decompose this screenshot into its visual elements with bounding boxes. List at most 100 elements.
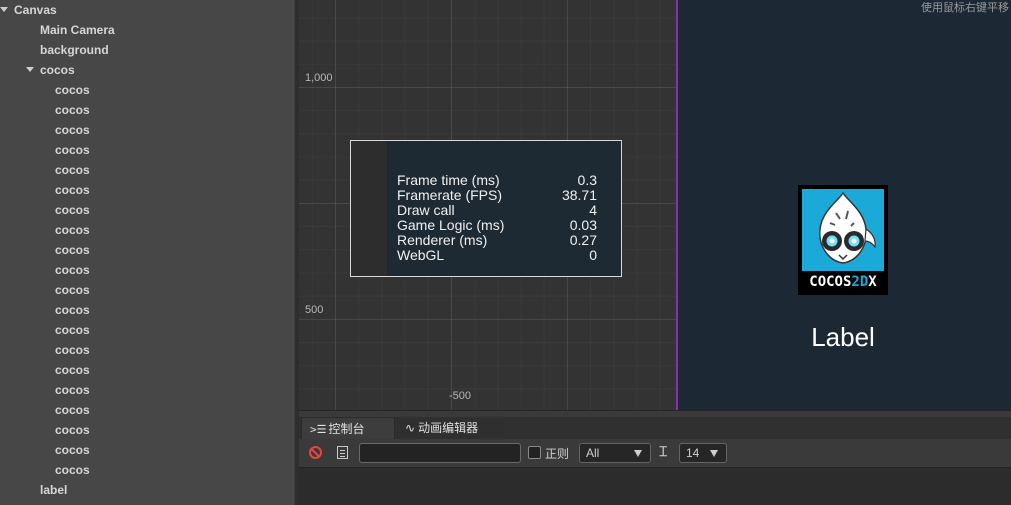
scene-view[interactable]: 1,000 500 -500 COCOS2DX Label 使用鼠标右键平移 F…	[299, 0, 1011, 410]
stat-row: Frame time (ms) 0.3	[397, 173, 597, 188]
hierarchy-panel: Canvas Main Camera background cocos cocos coc…	[0, 0, 294, 505]
hierarchy-node[interactable]: cocos	[0, 60, 294, 80]
hierarchy-node-label: cocos	[55, 363, 90, 377]
log-level-value: All	[586, 446, 600, 460]
animation-icon: ∿	[405, 421, 416, 435]
hierarchy-node-label: cocos	[55, 303, 90, 317]
hierarchy-node[interactable]: cocos	[0, 320, 294, 340]
hierarchy-node-label: cocos	[55, 403, 90, 417]
hierarchy-node[interactable]: label	[0, 480, 294, 500]
hierarchy-node-label: cocos	[55, 343, 90, 357]
stat-row: Renderer (ms) 0.27	[397, 233, 597, 248]
hierarchy-node-label: cocos	[55, 223, 90, 237]
stats-strip	[351, 141, 387, 276]
hierarchy-node[interactable]: cocos	[0, 140, 294, 160]
stat-value: 38.71	[561, 187, 597, 203]
log-level-select[interactable]: All	[579, 443, 651, 463]
font-size-icon: ⌶	[659, 444, 668, 460]
hierarchy-node-label: cocos	[55, 283, 90, 297]
profiler-stats-box: Frame time (ms) 0.3 Framerate (FPS) 38.71 Dr…	[350, 140, 622, 277]
open-log-file-icon[interactable]	[337, 446, 348, 459]
hierarchy-node-label: cocos	[55, 423, 90, 437]
stat-value: 0.27	[569, 232, 597, 248]
tab-animation-label: 动画编辑器	[418, 421, 479, 435]
stat-name: Game Logic (ms)	[397, 217, 505, 233]
stat-name: Renderer (ms)	[397, 232, 488, 248]
canvas-area[interactable]: COCOS2DX Label	[676, 0, 1011, 410]
hierarchy-node-label: cocos	[55, 203, 90, 217]
stat-value: 0.3	[577, 172, 597, 188]
hierarchy-node[interactable]: cocos	[0, 100, 294, 120]
hierarchy-node-label: cocos	[55, 103, 90, 117]
stats-table: Frame time (ms) 0.3 Framerate (FPS) 38.71 Dr…	[397, 173, 597, 263]
hierarchy-node[interactable]: cocos	[0, 80, 294, 100]
hierarchy-node[interactable]: Main Camera	[0, 20, 294, 40]
stat-name: Draw call	[397, 202, 455, 218]
axis-label-500: 500	[305, 304, 324, 316]
hierarchy-node[interactable]: cocos	[0, 440, 294, 460]
hierarchy-node[interactable]: cocos	[0, 260, 294, 280]
hierarchy-node-label: cocos	[55, 383, 90, 397]
hierarchy-node-label: background	[40, 43, 109, 57]
hierarchy-node[interactable]: cocos	[0, 180, 294, 200]
hierarchy-node[interactable]: cocos	[0, 280, 294, 300]
expand-arrow-icon[interactable]	[26, 67, 34, 73]
hierarchy-node-label: cocos	[55, 123, 90, 137]
chevron-down-icon	[710, 450, 718, 457]
stat-row: Draw call 4	[397, 203, 597, 218]
label-node[interactable]: Label	[798, 322, 888, 353]
hierarchy-node-label: cocos	[55, 243, 90, 257]
stat-value: 0	[589, 247, 597, 263]
hierarchy-node[interactable]: cocos	[0, 220, 294, 240]
stat-name: Frame time (ms)	[397, 172, 500, 188]
expand-arrow-icon[interactable]	[0, 7, 8, 13]
logo-text-cocos: COCOS	[809, 274, 852, 290]
hierarchy-node[interactable]: cocos	[0, 400, 294, 420]
tab-console[interactable]: >☰ 控制台	[301, 417, 395, 439]
regex-checkbox[interactable]	[528, 446, 541, 459]
hierarchy-node[interactable]: cocos	[0, 240, 294, 260]
hierarchy-node[interactable]: cocos	[0, 460, 294, 480]
console-icon: >☰	[310, 423, 327, 436]
console-filter-input[interactable]	[359, 443, 521, 463]
hierarchy-node[interactable]: cocos	[0, 420, 294, 440]
hierarchy-node-label: Main Camera	[40, 23, 115, 37]
hierarchy-node[interactable]: background	[0, 40, 294, 60]
hierarchy-node[interactable]: cocos	[0, 360, 294, 380]
hierarchy-node[interactable]: cocos	[0, 160, 294, 180]
hierarchy-node[interactable]: Canvas	[0, 0, 294, 20]
stat-row: Framerate (FPS) 38.71	[397, 188, 597, 203]
axis-label-1000: 1,000	[305, 72, 333, 84]
hierarchy-node[interactable]: cocos	[0, 120, 294, 140]
font-size-value: 14	[686, 446, 700, 460]
hierarchy-node[interactable]: cocos	[0, 340, 294, 360]
hierarchy-node[interactable]: cocos	[0, 200, 294, 220]
stat-value: 0.03	[569, 217, 597, 233]
regex-label: 正则	[545, 447, 570, 461]
console-log-area[interactable]	[299, 467, 1011, 505]
font-size-select[interactable]: 14	[679, 443, 727, 463]
console-tabbar: >☰ 控制台 ∿ 动画编辑器	[299, 417, 1011, 439]
hierarchy-node-label: cocos	[40, 63, 75, 77]
clear-console-icon[interactable]	[309, 446, 322, 459]
console-panel: >☰ 控制台 ∿ 动画编辑器 正则 All ⌶ 14	[299, 410, 1011, 505]
stat-row: WebGL 0	[397, 248, 597, 263]
hierarchy-node-label: label	[40, 483, 68, 497]
hierarchy-node-label: cocos	[55, 183, 90, 197]
tab-animation-editor[interactable]: ∿ 动画编辑器	[397, 417, 505, 439]
hierarchy-node-label: cocos	[55, 263, 90, 277]
cocos-mascot-icon	[819, 191, 876, 264]
logo-text-2d: 2D	[851, 274, 869, 290]
hierarchy-node-label: cocos	[55, 443, 90, 457]
hierarchy-node-label: cocos	[55, 143, 90, 157]
stat-name: WebGL	[397, 247, 445, 263]
cocos-logo-text: COCOS2DX	[802, 272, 884, 292]
hierarchy-node[interactable]: cocos	[0, 300, 294, 320]
hierarchy-node-label: cocos	[55, 323, 90, 337]
stat-value: 4	[589, 202, 597, 218]
cocos-logo-node[interactable]: COCOS2DX	[798, 185, 888, 295]
hierarchy-node-label: cocos	[55, 83, 90, 97]
tab-console-label: 控制台	[328, 422, 365, 436]
hierarchy-node-label: cocos	[55, 163, 90, 177]
hierarchy-node[interactable]: cocos	[0, 380, 294, 400]
